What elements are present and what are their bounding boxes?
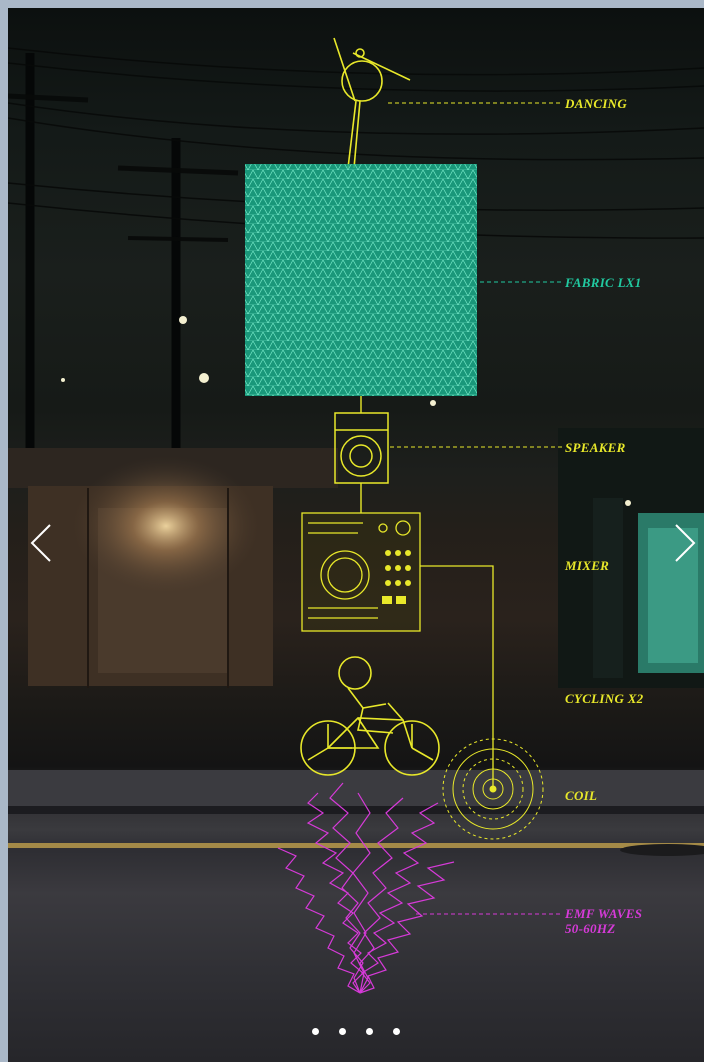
pagination-dot-1[interactable] [312,1028,319,1035]
next-slide-button[interactable] [664,513,704,573]
emf-waves-icon [277,782,455,994]
label-emf-line1: EMF WAVES [565,906,643,921]
chevron-left-icon [30,524,51,562]
prev-slide-button[interactable] [22,513,62,573]
label-dancing: DANCING [565,96,628,111]
pagination-dot-2[interactable] [339,1028,346,1035]
pagination-dots [8,1024,704,1040]
label-emf-waves: EMF WAVES 50-60HZ [565,906,642,936]
label-cycling: CYCLING X2 [565,691,644,706]
label-speaker: SPEAKER [565,440,626,455]
mixer-icon [301,512,421,632]
speaker-icon [334,412,389,484]
label-coil: COIL [565,788,598,803]
carousel-slide: DANCING FABRIC LX1 SPEAKER MIXER CYCLING… [8,8,704,1062]
night-scene-illustration [8,37,704,994]
pagination-dot-3[interactable] [366,1028,373,1035]
label-fabric: FABRIC LX1 [565,275,642,290]
chevron-right-icon [675,524,696,562]
label-emf-line2: 50-60HZ [565,921,616,936]
pagination-dot-4[interactable] [393,1028,400,1035]
label-mixer: MIXER [565,558,610,573]
cyclist-icon [300,656,440,776]
